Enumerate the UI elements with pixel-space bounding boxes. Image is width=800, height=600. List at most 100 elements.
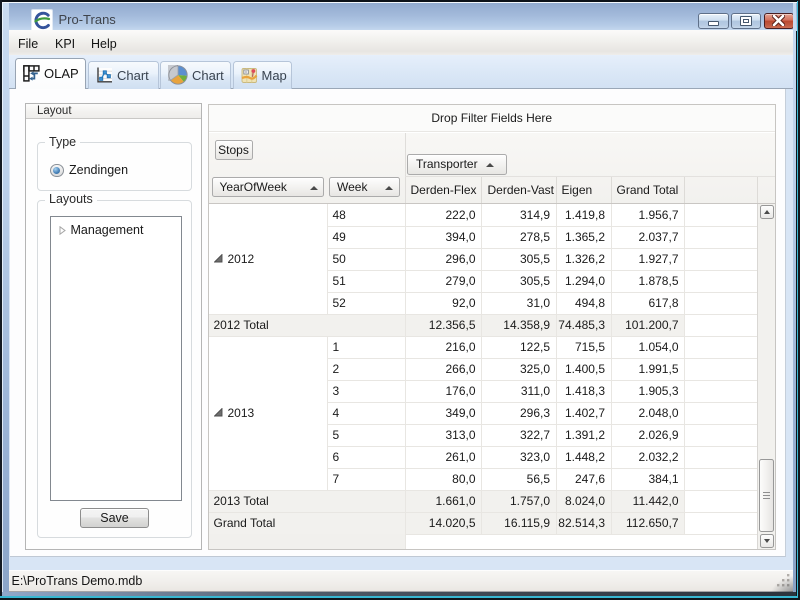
- pivot-value-cell[interactable]: 349,0: [405, 402, 476, 424]
- pivot-value-cell[interactable]: 1.448,2: [556, 446, 606, 468]
- column-header-eigen[interactable]: Eigen: [562, 177, 593, 203]
- pivot-value-cell[interactable]: 14.358,9: [481, 314, 550, 336]
- pivot-value-cell[interactable]: 2.037,7: [611, 226, 679, 248]
- pivot-week-cell[interactable]: 4: [333, 402, 393, 424]
- tree-item-management[interactable]: Management: [52, 221, 180, 239]
- pivot-value-cell[interactable]: 176,0: [405, 380, 476, 402]
- data-field-stops[interactable]: Stops: [215, 140, 253, 160]
- pivot-value-cell[interactable]: 494,8: [556, 292, 606, 314]
- zendingen-radio[interactable]: [50, 164, 64, 178]
- pivot-value-cell[interactable]: 1.391,2: [556, 424, 606, 446]
- tab-chart-pie[interactable]: Chart: [160, 61, 231, 89]
- pivot-value-cell[interactable]: 8.024,0: [556, 490, 606, 512]
- column-header-grand-total[interactable]: Grand Total: [617, 177, 679, 203]
- scroll-up-button[interactable]: [760, 205, 774, 219]
- menu-item-file[interactable]: File: [16, 35, 40, 54]
- row-group-label[interactable]: 2013: [228, 402, 255, 424]
- pivot-value-cell[interactable]: 617,8: [611, 292, 679, 314]
- pivot-value-cell[interactable]: 266,0: [405, 358, 476, 380]
- pivot-week-cell[interactable]: 1: [333, 336, 393, 358]
- pivot-value-cell[interactable]: 278,5: [481, 226, 550, 248]
- pivot-value-cell[interactable]: 261,0: [405, 446, 476, 468]
- pivot-value-cell[interactable]: 1.991,5: [611, 358, 679, 380]
- column-header-derden-vast[interactable]: Derden-Vast: [488, 177, 554, 203]
- pivot-value-cell[interactable]: 314,9: [481, 204, 550, 226]
- maximize-button[interactable]: [731, 13, 762, 30]
- pivot-value-cell[interactable]: 101.200,7: [611, 314, 679, 336]
- pivot-value-cell[interactable]: 56,5: [481, 468, 550, 490]
- column-header-derden-flex[interactable]: Derden-Flex: [411, 177, 477, 203]
- close-button[interactable]: [764, 13, 795, 30]
- row-group-cell[interactable]: 2013: [209, 336, 328, 490]
- row-field-week[interactable]: Week: [329, 177, 400, 197]
- pivot-value-cell[interactable]: 1.294,0: [556, 270, 606, 292]
- pivot-value-cell[interactable]: 74.485,3: [556, 314, 606, 336]
- menu-item-kpi[interactable]: KPI: [53, 35, 77, 54]
- pivot-value-cell[interactable]: 715,5: [556, 336, 606, 358]
- pivot-value-cell[interactable]: 1.419,8: [556, 204, 606, 226]
- row-group-cell[interactable]: 2012: [209, 204, 328, 314]
- pivot-value-cell[interactable]: 325,0: [481, 358, 550, 380]
- pivot-week-cell[interactable]: 52: [333, 292, 393, 314]
- pivot-week-cell[interactable]: 48: [333, 204, 393, 226]
- title-bar[interactable]: Pro-Trans: [2, 3, 799, 32]
- pivot-value-cell[interactable]: 82.514,3: [556, 512, 606, 534]
- pivot-value-cell[interactable]: 12.356,5: [405, 314, 476, 336]
- save-button[interactable]: Save: [80, 508, 149, 528]
- pivot-value-cell[interactable]: 31,0: [481, 292, 550, 314]
- pivot-value-cell[interactable]: 1.905,3: [611, 380, 679, 402]
- pivot-value-cell[interactable]: 296,3: [481, 402, 550, 424]
- pivot-value-cell[interactable]: 313,0: [405, 424, 476, 446]
- expand-expanded-icon[interactable]: [214, 408, 223, 417]
- pivot-value-cell[interactable]: 323,0: [481, 446, 550, 468]
- tab-olap[interactable]: OLAP: [15, 58, 86, 90]
- pivot-value-cell[interactable]: 279,0: [405, 270, 476, 292]
- pivot-value-cell[interactable]: 222,0: [405, 204, 476, 226]
- pivot-week-cell[interactable]: 7: [333, 468, 393, 490]
- filter-drop-area[interactable]: Drop Filter Fields Here: [209, 105, 775, 133]
- pivot-value-cell[interactable]: 16.115,9: [481, 512, 550, 534]
- pivot-value-cell[interactable]: 80,0: [405, 468, 476, 490]
- total-row-label[interactable]: Grand Total: [214, 512, 324, 534]
- pivot-week-cell[interactable]: 3: [333, 380, 393, 402]
- pivot-value-cell[interactable]: 394,0: [405, 226, 476, 248]
- pivot-value-cell[interactable]: 1.400,5: [556, 358, 606, 380]
- row-group-label[interactable]: 2012: [228, 248, 255, 270]
- pivot-value-cell[interactable]: 2.048,0: [611, 402, 679, 424]
- tab-chart-line[interactable]: Chart: [88, 61, 159, 89]
- pivot-value-cell[interactable]: 1.878,5: [611, 270, 679, 292]
- pivot-value-cell[interactable]: 11.442,0: [611, 490, 679, 512]
- pivot-value-cell[interactable]: 384,1: [611, 468, 679, 490]
- pivot-value-cell[interactable]: 2.026,9: [611, 424, 679, 446]
- pivot-value-cell[interactable]: 305,5: [481, 270, 550, 292]
- scroll-thumb[interactable]: [759, 459, 774, 532]
- expand-collapsed-icon[interactable]: [58, 226, 67, 235]
- pivot-week-cell[interactable]: 6: [333, 446, 393, 468]
- tab-map[interactable]: Map: [233, 61, 293, 89]
- scroll-down-button[interactable]: [760, 534, 774, 548]
- pivot-week-cell[interactable]: 51: [333, 270, 393, 292]
- pivot-value-cell[interactable]: 322,7: [481, 424, 550, 446]
- pivot-value-cell[interactable]: 216,0: [405, 336, 476, 358]
- pivot-value-cell[interactable]: 247,6: [556, 468, 606, 490]
- pivot-value-cell[interactable]: 1.661,0: [405, 490, 476, 512]
- pivot-value-cell[interactable]: 1.418,3: [556, 380, 606, 402]
- pivot-value-cell[interactable]: 1.927,7: [611, 248, 679, 270]
- pivot-value-cell[interactable]: 2.032,2: [611, 446, 679, 468]
- pivot-value-cell[interactable]: 112.650,7: [611, 512, 679, 534]
- pivot-value-cell[interactable]: 311,0: [481, 380, 550, 402]
- pivot-week-cell[interactable]: 49: [333, 226, 393, 248]
- pivot-value-cell[interactable]: 1.365,2: [556, 226, 606, 248]
- minimize-button[interactable]: [698, 13, 729, 30]
- pivot-value-cell[interactable]: 1.402,7: [556, 402, 606, 424]
- pivot-value-cell[interactable]: 14.020,5: [405, 512, 476, 534]
- pivot-value-cell[interactable]: 1.956,7: [611, 204, 679, 226]
- pivot-value-cell[interactable]: 1.326,2: [556, 248, 606, 270]
- column-field-transporter[interactable]: Transporter: [407, 154, 507, 175]
- pivot-value-cell[interactable]: 1.054,0: [611, 336, 679, 358]
- expand-expanded-icon[interactable]: [214, 254, 223, 263]
- row-field-yearofweek[interactable]: YearOfWeek: [212, 177, 325, 197]
- pivot-value-cell[interactable]: 296,0: [405, 248, 476, 270]
- pivot-week-cell[interactable]: 5: [333, 424, 393, 446]
- total-row-label[interactable]: 2012 Total: [214, 314, 324, 336]
